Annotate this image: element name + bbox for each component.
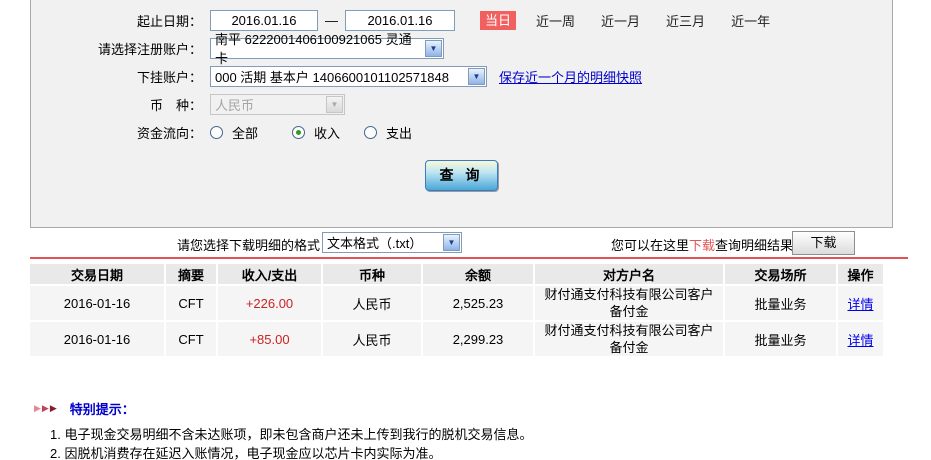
start-date-input[interactable]: 2016.01.16	[210, 10, 318, 31]
sub-account-select[interactable]: 000 活期 基本户 1406600101102571848 ▼	[210, 66, 487, 87]
cell-counterparty: 财付通支付科技有限公司客户备付金	[535, 322, 723, 356]
register-account-label: 请选择注册账户：	[31, 39, 202, 58]
cell-venue: 批量业务	[725, 286, 836, 320]
direction-all-radio[interactable]	[210, 126, 223, 139]
currency-select: 人民币 ▼	[210, 94, 345, 115]
direction-income-radio[interactable]	[292, 126, 305, 139]
download-hint-suffix: 查询明细结果	[715, 238, 793, 253]
register-account-row: 请选择注册账户： 南平 6222001406100921065 灵通卡 ▼	[31, 37, 892, 59]
col-header-summary: 摘要	[166, 264, 216, 284]
query-form-panel: 起止日期： 2016.01.16 — 2016.01.16 当日 近一周 近一月…	[30, 0, 893, 228]
dropdown-arrow-icon: ▼	[326, 96, 343, 113]
sub-account-label: 下挂账户：	[31, 67, 202, 86]
quick-range-quarter-button[interactable]: 近三月	[666, 11, 705, 30]
cell-amount: +85.00	[218, 322, 321, 356]
cell-currency: 人民币	[323, 322, 421, 356]
col-header-balance: 余额	[423, 264, 533, 284]
cell-venue: 批量业务	[725, 322, 836, 356]
col-header-venue: 交易场所	[725, 264, 836, 284]
note-item: 1. 电子现金交易明细不含未达账项，即未包含商户还未上传到我行的脱机交易信息。	[50, 425, 920, 444]
register-account-value: 南平 6222001406100921065 灵通卡	[215, 29, 424, 67]
quick-range-today-button[interactable]: 当日	[480, 11, 516, 30]
cell-amount: +226.00	[218, 286, 321, 320]
fund-direction-label: 资金流向：	[31, 123, 202, 142]
cell-date: 2016-01-16	[30, 322, 164, 356]
col-header-action: 操作	[838, 264, 883, 284]
col-header-date: 交易日期	[30, 264, 164, 284]
direction-expense-label[interactable]: 支出	[386, 123, 412, 142]
col-header-amount: 收入/支出	[218, 264, 321, 284]
notes-title: 特别提示：	[70, 399, 135, 418]
currency-label: 币 种：	[31, 95, 202, 114]
download-row: 请您选择下载明细的格式 文本格式（.txt） ▼ 您可以在这里下载查询明细结果 …	[0, 229, 931, 257]
sub-account-value: 000 活期 基本户 1406600101102571848	[215, 67, 449, 86]
save-snapshot-link[interactable]: 保存近一个月的明细快照	[499, 67, 642, 86]
end-date-input[interactable]: 2016.01.16	[345, 10, 455, 31]
quick-range-week-button[interactable]: 近一周	[536, 11, 575, 30]
download-hint: 您可以在这里下载查询明细结果	[611, 235, 793, 254]
date-range-label: 起止日期：	[31, 11, 202, 30]
date-separator: —	[325, 13, 338, 28]
table-header-row: 交易日期 摘要 收入/支出 币种 余额 对方户名 交易场所 操作	[30, 264, 883, 284]
date-range-row: 起止日期： 2016.01.16 — 2016.01.16 当日 近一周 近一月…	[31, 9, 892, 31]
download-button[interactable]: 下载	[792, 231, 855, 255]
download-hint-prefix: 您可以在这里	[611, 238, 689, 253]
download-format-select[interactable]: 文本格式（.txt） ▼	[322, 232, 462, 253]
detail-link[interactable]: 详情	[847, 333, 873, 348]
dropdown-arrow-icon[interactable]: ▼	[425, 40, 442, 57]
transaction-table: 交易日期 摘要 收入/支出 币种 余额 对方户名 交易场所 操作 2016-01…	[28, 262, 885, 358]
query-button[interactable]: 查 询	[425, 160, 498, 191]
download-format-value: 文本格式（.txt）	[327, 233, 422, 252]
quick-range-year-button[interactable]: 近一年	[731, 11, 770, 30]
quick-range-month-button[interactable]: 近一月	[601, 11, 640, 30]
col-header-counterparty: 对方户名	[535, 264, 723, 284]
cell-balance: 2,299.23	[423, 322, 533, 356]
direction-income-label[interactable]: 收入	[314, 123, 340, 142]
dropdown-arrow-icon[interactable]: ▼	[468, 68, 485, 85]
currency-value: 人民币	[215, 95, 254, 114]
cell-balance: 2,525.23	[423, 286, 533, 320]
currency-row: 币 种： 人民币 ▼	[31, 93, 892, 115]
note-item: 2. 因脱机消费存在延迟入账情况，电子现金应以芯片卡内实际为准。	[50, 444, 920, 460]
table-top-divider	[30, 257, 908, 259]
download-hint-link[interactable]: 下载	[689, 238, 715, 253]
sub-account-row: 下挂账户： 000 活期 基本户 1406600101102571848 ▼ 保…	[31, 65, 892, 87]
cell-summary: CFT	[166, 322, 216, 356]
register-account-select[interactable]: 南平 6222001406100921065 灵通卡 ▼	[210, 38, 444, 59]
cell-summary: CFT	[166, 286, 216, 320]
direction-all-label[interactable]: 全部	[232, 123, 258, 142]
alert-arrows-icon: ▶▶▶	[34, 403, 58, 414]
download-format-label: 请您选择下载明细的格式	[0, 235, 320, 254]
special-notes: ▶▶▶ 特别提示： 1. 电子现金交易明细不含未达账项，即未包含商户还未上传到我…	[0, 399, 920, 460]
col-header-currency: 币种	[323, 264, 421, 284]
table-row: 2016-01-16 CFT +85.00 人民币 2,299.23 财付通支付…	[30, 322, 883, 356]
detail-link[interactable]: 详情	[847, 297, 873, 312]
dropdown-arrow-icon[interactable]: ▼	[443, 234, 460, 251]
cell-counterparty: 财付通支付科技有限公司客户备付金	[535, 286, 723, 320]
fund-direction-row: 资金流向： 全部 收入 支出	[31, 121, 892, 143]
table-row: 2016-01-16 CFT +226.00 人民币 2,525.23 财付通支…	[30, 286, 883, 320]
cell-currency: 人民币	[323, 286, 421, 320]
cell-date: 2016-01-16	[30, 286, 164, 320]
direction-expense-radio[interactable]	[364, 126, 377, 139]
transaction-query-page: 起止日期： 2016.01.16 — 2016.01.16 当日 近一周 近一月…	[0, 0, 931, 460]
